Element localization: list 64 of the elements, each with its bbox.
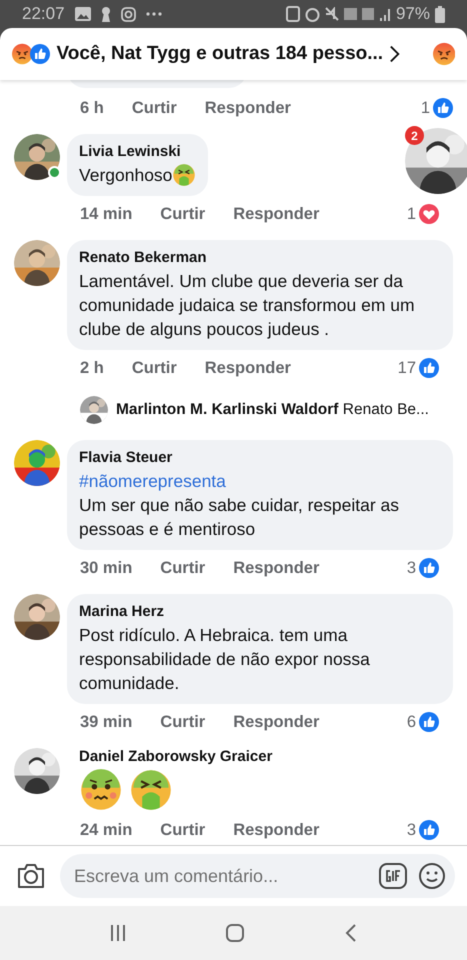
reaction-count: 3 xyxy=(406,558,416,578)
comment-text: Vergonhoso xyxy=(79,164,172,187)
battery-percent: 97% xyxy=(396,4,430,24)
home-icon[interactable] xyxy=(225,923,246,943)
signal-icon xyxy=(378,8,391,20)
comment-author[interactable]: Flavia Steuer xyxy=(79,449,441,466)
gallery-icon xyxy=(74,7,91,21)
more-icon xyxy=(146,12,162,16)
like-link[interactable]: Curtir xyxy=(160,558,206,578)
comment-time: 24 min xyxy=(80,820,132,840)
reaction-count: 1 xyxy=(406,204,416,224)
comment-field[interactable]: Escreva um comentário... xyxy=(74,866,367,886)
comment-text: Lamentável. Um clube que deveria ser da comunidade judaica se transformou em um clube de alguns poucos judeus . xyxy=(79,270,416,341)
nfc-icon xyxy=(286,6,300,22)
unread-badge: 2 xyxy=(405,126,424,145)
reaction-count: 3 xyxy=(406,820,416,840)
smiley-icon[interactable] xyxy=(419,863,445,889)
reply-link[interactable]: Responder xyxy=(233,820,320,840)
reply-preview[interactable]: Marlinton M. Karlinski Waldorf Renato Be... xyxy=(116,401,429,419)
chevron-right-icon[interactable] xyxy=(389,44,400,64)
mute-icon xyxy=(324,7,339,21)
reaction-count: 17 xyxy=(398,358,416,378)
reply-link[interactable]: Responder xyxy=(204,358,291,378)
vomiting-face-icon xyxy=(129,768,173,812)
comment-author[interactable]: Marina Herz xyxy=(79,603,441,620)
comment-author[interactable]: Daniel Zaborowsky Graicer xyxy=(79,748,272,765)
comment-time: 2 h xyxy=(80,358,104,378)
comment-text: Post ridículo. A Hebraica. tem uma responsabilidade de não expor nossa comunidade. xyxy=(79,624,371,695)
reactions-title[interactable]: Você, Nat Tygg e outras 184 pesso... xyxy=(56,43,384,65)
comment-time: 39 min xyxy=(80,712,132,732)
chat-head[interactable]: 2 xyxy=(405,128,467,194)
like-link[interactable]: Curtir xyxy=(132,358,177,378)
camera-outline-icon xyxy=(120,6,136,22)
comment-text: Um ser que não sabe cuidar, respeitar as pessoas e é mentiroso xyxy=(79,494,400,541)
comment-author[interactable]: Livia Lewinski xyxy=(79,143,196,160)
reply-link[interactable]: Responder xyxy=(233,712,320,732)
keyhole-icon xyxy=(100,6,111,22)
reaction-count: 6 xyxy=(406,712,416,732)
like-link[interactable]: Curtir xyxy=(160,820,206,840)
like-link[interactable]: Curtir xyxy=(160,204,206,224)
comment-time: 30 min xyxy=(80,558,132,578)
like-icon xyxy=(30,44,50,64)
like-link[interactable]: Curtir xyxy=(160,712,206,732)
reply-link[interactable]: Responder xyxy=(204,98,291,118)
vomiting-face-icon xyxy=(172,163,196,187)
battery-icon xyxy=(435,6,445,22)
alarm-icon xyxy=(304,6,320,22)
status-time: 22:07 xyxy=(22,4,65,24)
comment-time: 6 h xyxy=(80,98,104,118)
reply-link[interactable]: Responder xyxy=(233,204,320,224)
comment-author[interactable]: Renato Bekerman xyxy=(79,249,441,266)
hashtag-link[interactable]: #nãomerepresenta xyxy=(79,469,441,493)
like-link[interactable]: Curtir xyxy=(132,98,177,118)
gif-icon[interactable] xyxy=(379,863,407,889)
reply-link[interactable]: Responder xyxy=(233,558,320,578)
angry-face-icon xyxy=(12,43,32,65)
angry-face-icon xyxy=(432,42,456,66)
comment-box[interactable]: Escreva um comentário... xyxy=(60,854,455,898)
reaction-count: 1 xyxy=(420,98,430,118)
comment-time: 14 min xyxy=(80,204,132,224)
back-icon[interactable] xyxy=(344,923,358,943)
nauseated-face-icon xyxy=(79,768,123,812)
camera-icon[interactable] xyxy=(16,863,46,889)
recents-icon[interactable] xyxy=(109,924,128,942)
